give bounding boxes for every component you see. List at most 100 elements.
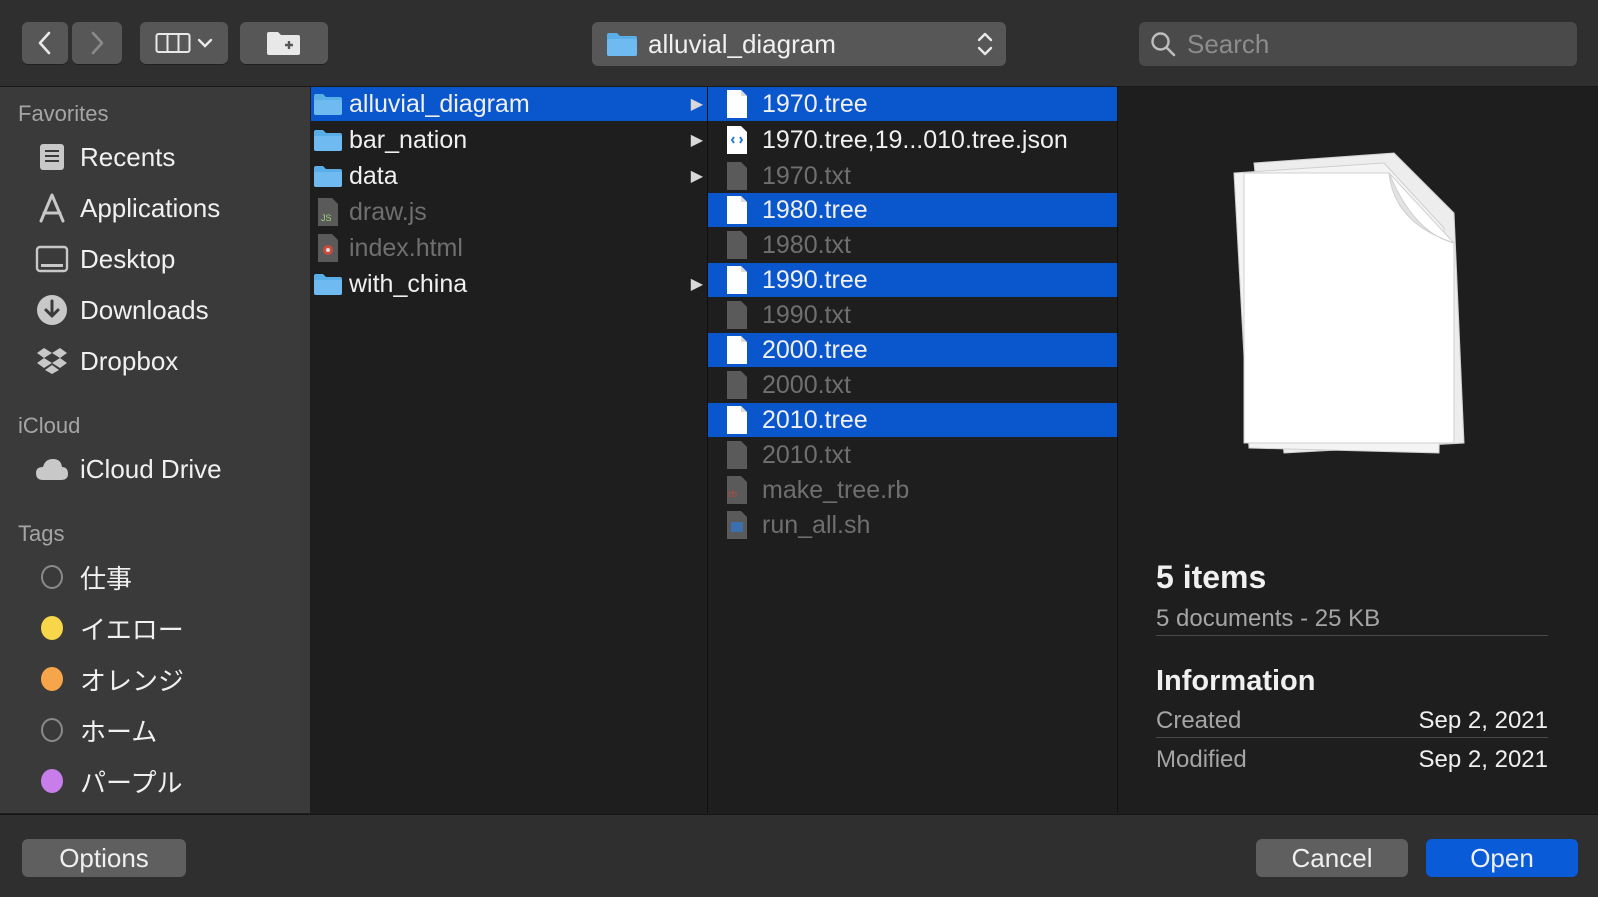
sidebar: Favorites Recents Applications Desktop D… (0, 87, 310, 813)
forward-button[interactable] (72, 22, 122, 64)
disclosure-arrow-icon: ▶ (690, 276, 703, 293)
list-item: 2010.txt (708, 438, 1117, 472)
sidebar-item-desktop[interactable]: Desktop (34, 237, 175, 281)
shell-script-icon (722, 510, 752, 540)
sidebar-item-label: Desktop (80, 243, 176, 274)
tag-color-dot (41, 616, 63, 640)
sidebar-item-downloads[interactable]: Downloads (34, 288, 209, 332)
downloads-icon (34, 292, 70, 328)
sidebar-item-dropbox[interactable]: Dropbox (34, 339, 178, 383)
sidebar-item-label: 仕事 (80, 563, 133, 594)
up-down-chevron-icon (977, 32, 993, 56)
sidebar-item-label: ホーム (80, 716, 158, 747)
sidebar-tag-yellow[interactable]: イエロー (34, 606, 184, 650)
list-item[interactable]: 1970.tree (708, 87, 1117, 121)
chevron-left-icon (38, 31, 51, 55)
list-item[interactable]: data ▶ (311, 159, 707, 193)
json-file-icon (722, 125, 752, 155)
dropbox-icon (34, 343, 70, 379)
back-button[interactable] (22, 22, 68, 64)
sidebar-tag-work[interactable]: 仕事 (34, 555, 132, 599)
file-name: alluvial_diagram (349, 89, 530, 118)
sidebar-tag-purple[interactable]: パープル (34, 759, 182, 803)
list-item: 1990.txt (708, 298, 1117, 332)
list-item: run_all.sh (708, 508, 1117, 542)
sidebar-item-label: Applications (80, 192, 221, 223)
svg-text:rb: rb (728, 488, 738, 500)
disclosure-arrow-icon: ▶ (690, 168, 703, 185)
sidebar-item-label: Dropbox (80, 345, 179, 376)
list-item[interactable]: alluvial_diagram ▶ (311, 87, 707, 121)
list-item[interactable]: with_china ▶ (311, 267, 707, 301)
preview-subtitle: 5 documents - 25 KB (1156, 605, 1381, 632)
tag-color-dot (41, 769, 63, 793)
text-file-icon (722, 230, 752, 260)
document-icon (722, 335, 752, 365)
text-file-icon (722, 370, 752, 400)
file-name: run_all.sh (762, 510, 871, 539)
file-name: 1980.txt (762, 230, 851, 259)
sidebar-item-label: パープル (80, 767, 183, 798)
sidebar-item-label: イエロー (80, 614, 184, 645)
tag-color-dot (41, 565, 63, 589)
text-file-icon (722, 440, 752, 470)
text-file-icon (722, 300, 752, 330)
file-name: 1990.txt (762, 300, 851, 329)
file-name: bar_nation (349, 125, 468, 154)
document-icon (722, 405, 752, 435)
text-file-icon (722, 161, 752, 191)
chevron-right-icon (91, 31, 104, 55)
column-view-icon (155, 33, 191, 53)
file-name: 2010.tree (762, 405, 868, 434)
documents-stack-icon (1233, 152, 1465, 454)
sidebar-tag-orange[interactable]: オレンジ (34, 657, 184, 701)
list-item[interactable]: 1970.tree,19...010.tree.json (708, 123, 1117, 157)
ruby-file-icon: rb (722, 475, 752, 505)
search-icon (1151, 32, 1176, 57)
sidebar-item-applications[interactable]: Applications (34, 186, 220, 230)
list-item[interactable]: 1990.tree (708, 263, 1117, 297)
sidebar-item-label: オレンジ (80, 665, 185, 696)
browser-column-2: 1970.tree 1970.tree,19...010.tree.json 1… (708, 87, 1118, 813)
file-name: index.html (349, 233, 463, 262)
file-name: 1970.txt (762, 161, 851, 190)
list-item: 2000.txt (708, 368, 1117, 402)
path-popup[interactable]: alluvial_diagram (592, 22, 1006, 66)
modified-value: Sep 2, 2021 (1418, 746, 1548, 773)
search-field[interactable] (1139, 22, 1577, 66)
new-folder-icon (267, 32, 300, 55)
sidebar-tag-home[interactable]: ホーム (34, 708, 157, 752)
file-name: data (349, 161, 398, 190)
sidebar-item-icloud-drive[interactable]: iCloud Drive (34, 447, 222, 491)
icloud-header: iCloud (18, 413, 81, 438)
sidebar-item-label: Downloads (80, 294, 209, 325)
file-name: draw.js (349, 197, 427, 226)
sidebar-item-recents[interactable]: Recents (34, 135, 175, 179)
javascript-file-icon: JS (313, 197, 343, 227)
file-name: with_china (349, 269, 468, 298)
options-button[interactable]: Options (22, 839, 186, 877)
list-item[interactable]: 2000.tree (708, 333, 1117, 367)
search-input[interactable] (1185, 27, 1559, 61)
open-button[interactable]: Open (1426, 839, 1578, 877)
file-name: 1970.tree,19...010.tree.json (762, 125, 1068, 154)
preview-pane: 5 items 5 documents - 25 KB Information … (1118, 87, 1598, 813)
folder-icon (313, 161, 343, 191)
preview-title: 5 items (1156, 559, 1267, 595)
list-item[interactable]: bar_nation ▶ (311, 123, 707, 157)
recents-icon (34, 139, 70, 175)
toolbar: alluvial_diagram (0, 0, 1598, 87)
file-name: make_tree.rb (762, 475, 910, 504)
html-file-icon (313, 233, 343, 263)
applications-icon (34, 190, 70, 226)
list-item: index.html (311, 231, 707, 265)
new-folder-button[interactable] (240, 22, 328, 64)
list-item[interactable]: 1980.tree (708, 193, 1117, 227)
disclosure-arrow-icon: ▶ (690, 96, 703, 113)
list-item[interactable]: 2010.tree (708, 403, 1117, 437)
file-name: 1990.tree (762, 265, 868, 294)
file-name: 2000.txt (762, 370, 851, 399)
cancel-button[interactable]: Cancel (1256, 839, 1408, 877)
view-mode-button[interactable] (140, 22, 228, 64)
browser-column-1: alluvial_diagram ▶ bar_nation ▶ data ▶ J… (311, 87, 708, 813)
